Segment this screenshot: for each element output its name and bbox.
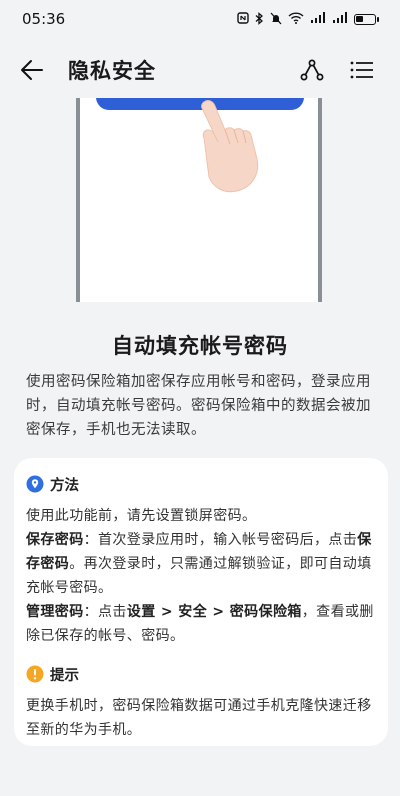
save-password-text1: ：首次登录应用时，输入帐号密码后，点击 <box>83 532 358 548</box>
mute-icon <box>270 12 282 27</box>
bluetooth-icon <box>255 11 264 27</box>
status-bar: 05:36 <box>0 0 400 38</box>
app-bar: 隐私安全 <box>0 46 400 94</box>
tip-title: 提示 <box>50 667 79 684</box>
signal-icon <box>310 12 326 26</box>
manage-password-label: 管理密码 <box>26 604 84 620</box>
page-title: 隐私安全 <box>68 59 156 83</box>
back-arrow-icon <box>21 60 43 80</box>
save-password-text2: 。再次登录时，只需通过解锁验证，即可自动填充帐号密码。 <box>26 556 372 596</box>
route-icon <box>300 59 324 81</box>
nfc-icon <box>237 12 249 26</box>
method-title: 方法 <box>50 477 79 494</box>
status-time: 05:36 <box>22 10 66 28</box>
signal-icon <box>332 12 348 26</box>
feature-description: 使用密码保险箱加密保存应用帐号和密码，登录应用时，自动填充帐号密码。密码保险箱中… <box>26 374 371 438</box>
feature-illustration <box>0 98 400 302</box>
list-icon <box>350 61 373 79</box>
method-intro: 使用此功能前，请先设置锁屏密码。 <box>26 508 257 524</box>
status-icons <box>237 11 379 27</box>
tip-header: 提示 <box>26 662 374 686</box>
info-card: 方法 使用此功能前，请先设置锁屏密码。 保存密码：首次登录应用时，输入帐号密码后… <box>14 458 388 746</box>
save-password-step: 保存密码：首次登录应用时，输入帐号密码后，点击保存密码。再次登录时，只需通过解锁… <box>26 528 374 600</box>
back-button[interactable] <box>20 52 56 88</box>
wifi-icon <box>288 12 304 26</box>
feature-title: 自动填充帐号密码 <box>112 334 288 358</box>
method-header: 方法 <box>26 472 374 496</box>
tip-text: 更换手机时，密码保险箱数据可通过手机克隆快速迁移至新的华为手机。 <box>26 698 372 738</box>
info-icon <box>26 665 44 683</box>
manage-password-step: 管理密码：点击设置 > 安全 > 密码保险箱，查看或删除已保存的帐号、密码。 <box>26 600 374 648</box>
hand-pointer-icon <box>201 100 259 193</box>
settings-path: 设置 > 安全 > 密码保险箱 <box>126 604 302 620</box>
menu-button[interactable] <box>344 52 380 88</box>
manage-password-text1: ：点击 <box>83 604 127 620</box>
location-pin-icon <box>26 475 44 493</box>
battery-icon <box>354 13 379 25</box>
method-body: 使用此功能前，请先设置锁屏密码。 保存密码：首次登录应用时，输入帐号密码后，点击… <box>26 504 374 648</box>
save-password-label: 保存密码 <box>26 532 84 548</box>
route-button[interactable] <box>294 52 330 88</box>
